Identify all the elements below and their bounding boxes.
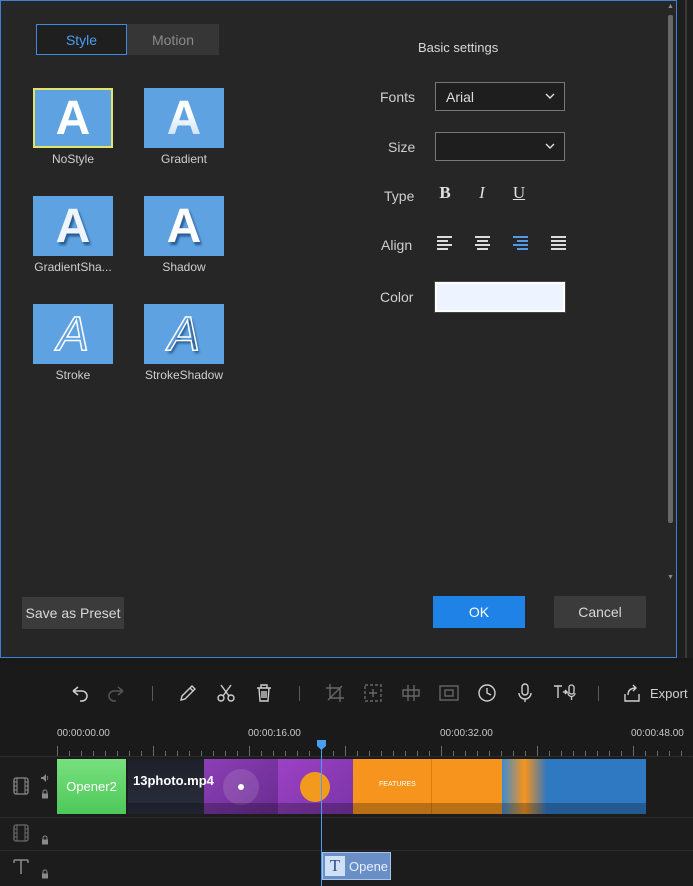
cancel-button[interactable]: Cancel [554, 596, 646, 628]
style-preset-gradient[interactable]: A Gradient [144, 88, 234, 166]
mosaic-icon[interactable] [400, 682, 422, 704]
video-clip-name: 13photo.mp4 [133, 773, 214, 788]
color-label: Color [380, 289, 414, 305]
ruler-tick [57, 746, 58, 756]
style-thumbnail[interactable]: A [33, 196, 113, 256]
time-label: 00:00:00.00 [57, 728, 110, 739]
text-to-speech-icon[interactable] [552, 682, 578, 704]
size-label: Size [388, 139, 416, 155]
color-picker[interactable] [434, 281, 566, 313]
style-preset-gradientshadow[interactable]: A GradientSha... [33, 196, 123, 274]
ruler-tick [345, 746, 346, 756]
volume-icon[interactable] [40, 773, 50, 783]
export-icon[interactable] [621, 682, 643, 704]
text-clip-icon: T [325, 856, 345, 876]
pencil-icon[interactable] [177, 682, 199, 704]
style-thumbnail[interactable]: A [33, 88, 113, 148]
text-clip[interactable]: T Opene [322, 852, 391, 880]
time-label: 00:00:48.00 [631, 728, 684, 739]
video-clip[interactable]: FEATURES 13photo.mp4 [128, 759, 646, 814]
mic-icon[interactable] [514, 682, 536, 704]
speed-icon[interactable] [476, 682, 498, 704]
align-center-button[interactable] [475, 234, 493, 252]
pip-track-icon [13, 824, 29, 842]
tab-style[interactable]: Style [36, 24, 127, 55]
toolbar-divider [152, 686, 153, 701]
font-select[interactable]: Arial [435, 82, 565, 111]
ruler-tick [441, 746, 442, 756]
toolbar-divider [598, 686, 599, 701]
underline-button[interactable]: U [509, 183, 529, 203]
text-clip-label: Opene [349, 858, 389, 874]
scroll-up-icon[interactable]: ▲ [667, 3, 674, 10]
basic-settings-title: Basic settings [418, 40, 499, 55]
zoom-icon[interactable] [362, 682, 384, 704]
style-label: NoStyle [51, 152, 95, 166]
ruler-tick [153, 746, 154, 756]
editor-toolbar [0, 662, 693, 722]
text-style-dialog: Style Motion A NoStyle A Gradient A Grad… [0, 0, 677, 658]
time-label: 00:00:32.00 [440, 728, 493, 739]
style-preset-shadow[interactable]: A Shadow [144, 196, 234, 274]
align-label: Align [381, 237, 413, 253]
style-thumbnail[interactable]: A [33, 304, 113, 364]
align-justify-button[interactable] [551, 234, 569, 252]
ruler-tick [249, 746, 250, 756]
trash-icon[interactable] [253, 682, 275, 704]
style-thumbnail[interactable]: A [144, 304, 224, 364]
style-preset-nostyle[interactable]: A NoStyle [33, 88, 123, 166]
style-label: Gradient [160, 152, 208, 166]
export-label[interactable]: Export [650, 686, 688, 701]
crop-icon[interactable] [324, 682, 346, 704]
style-label: GradientSha... [34, 260, 112, 274]
time-label: 00:00:16.00 [248, 728, 301, 739]
lock-icon[interactable] [40, 789, 50, 799]
redo-icon[interactable] [106, 682, 128, 704]
fonts-label: Fonts [380, 89, 416, 105]
ok-button[interactable]: OK [433, 596, 525, 628]
chevron-down-icon [545, 143, 555, 149]
align-right-button[interactable] [513, 234, 531, 252]
text-track-icon [13, 859, 29, 874]
video-track-icon [13, 777, 29, 795]
size-select[interactable] [435, 132, 565, 161]
playhead[interactable] [321, 744, 322, 886]
save-as-preset-button[interactable]: Save as Preset [22, 597, 124, 629]
font-select-value: Arial [446, 88, 475, 105]
tab-motion[interactable]: Motion [127, 24, 219, 55]
align-left-button[interactable] [437, 234, 455, 252]
pip-track [0, 817, 693, 850]
scroll-down-icon[interactable]: ▼ [667, 574, 674, 581]
style-label: Shadow [162, 260, 206, 274]
italic-button[interactable]: I [472, 183, 492, 203]
style-thumbnail[interactable]: A [144, 196, 224, 256]
ruler-tick [537, 746, 538, 756]
undo-icon[interactable] [68, 682, 90, 704]
lock-icon[interactable] [40, 835, 50, 845]
style-label: StrokeShadow [144, 368, 224, 382]
ruler-tick [633, 746, 634, 756]
tab-bar: Style Motion [36, 24, 219, 55]
freeze-frame-icon[interactable] [438, 682, 460, 704]
toolbar-divider [299, 686, 300, 701]
style-label: Stroke [55, 368, 91, 382]
style-preset-strokeshadow[interactable]: A StrokeShadow [144, 304, 234, 382]
scissors-icon[interactable] [215, 682, 237, 704]
style-thumbnail[interactable]: A [144, 88, 224, 148]
style-preset-stroke[interactable]: A Stroke [33, 304, 123, 382]
type-label: Type [384, 188, 415, 204]
lock-icon[interactable] [40, 869, 50, 879]
scrollbar-thumb[interactable] [668, 15, 673, 523]
opener-clip[interactable]: Opener2 [57, 759, 126, 814]
window-edge [677, 0, 693, 658]
chevron-down-icon [545, 93, 555, 99]
bold-button[interactable]: B [435, 183, 455, 203]
